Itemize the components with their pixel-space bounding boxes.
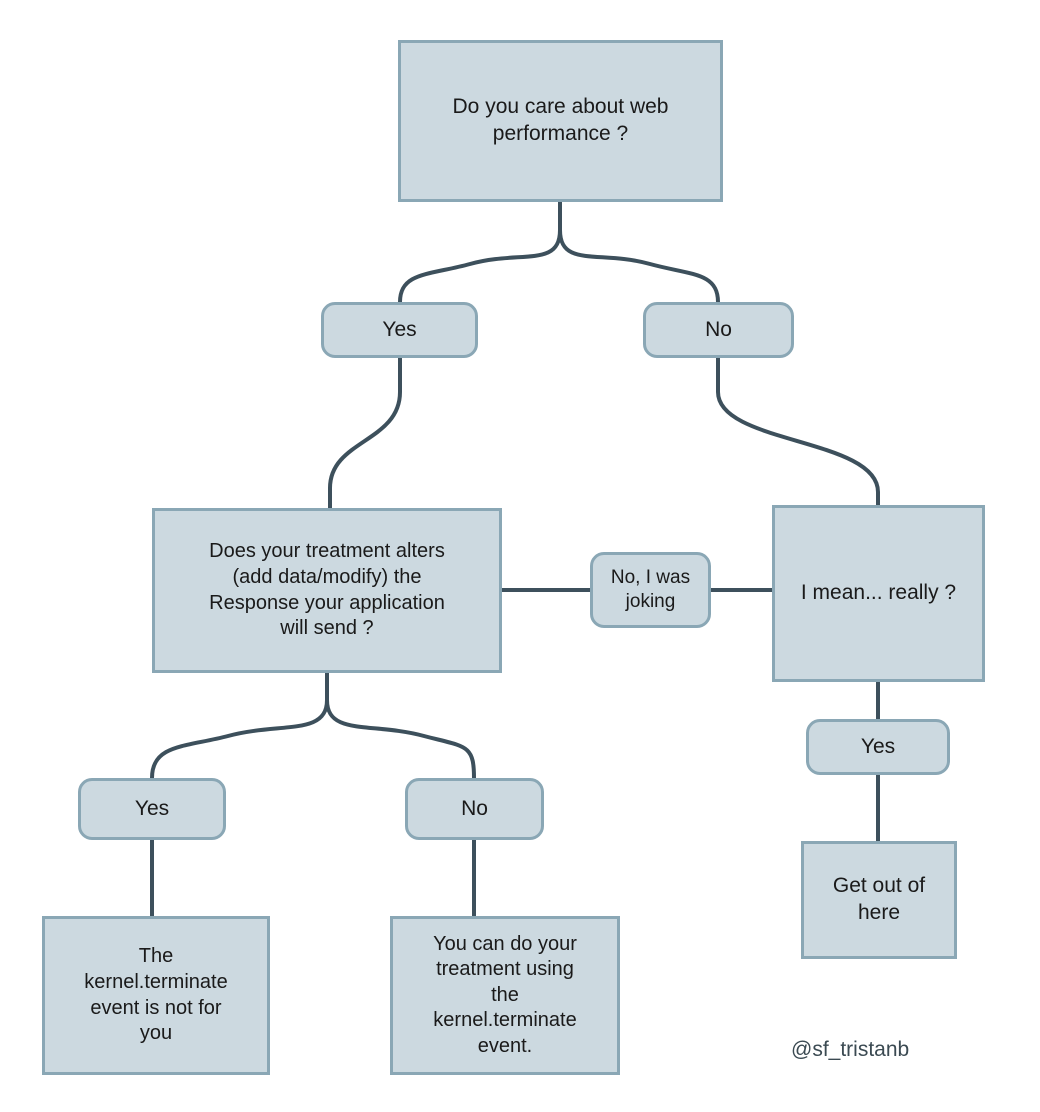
node-root-question-label: Do you care about web performance ? (452, 95, 669, 145)
node-joking-label: No, I was joking (610, 566, 691, 612)
node-get-out[interactable]: Get out of here (801, 841, 957, 959)
node-no-top-label: No (705, 317, 732, 341)
node-yes-right-label: Yes (860, 734, 896, 758)
node-get-out-label: Get out of here (832, 874, 926, 924)
edge-root-to-yes (398, 200, 562, 304)
node-yes-top-label: Yes (382, 317, 417, 341)
edge-notop-to-really (716, 356, 880, 507)
node-no-top[interactable]: No (643, 302, 794, 358)
node-yes-top[interactable]: Yes (321, 302, 478, 358)
node-yes-right[interactable]: Yes (806, 719, 950, 775)
node-treatment-question-label: Does your treatment alters (add data/mod… (209, 540, 445, 640)
flowchart-canvas: Do you care about web performance ? Yes … (0, 0, 1040, 1112)
node-no-left[interactable]: No (405, 778, 544, 840)
node-root-question[interactable]: Do you care about web performance ? (398, 40, 723, 202)
author-signature: @sf_tristanb (791, 1038, 910, 1061)
node-joking[interactable]: No, I was joking (590, 552, 711, 628)
node-can-do[interactable]: You can do your treatment using the kern… (390, 916, 620, 1075)
edge-treatment-to-yes (150, 671, 329, 780)
node-really[interactable]: I mean... really ? (772, 505, 985, 682)
node-not-for-you-label: The kernel.terminate event is not for yo… (84, 945, 228, 1045)
node-not-for-you[interactable]: The kernel.terminate event is not for yo… (42, 916, 270, 1075)
node-treatment-question[interactable]: Does your treatment alters (add data/mod… (152, 508, 502, 673)
node-really-label: I mean... really ? (800, 581, 957, 605)
edge-yestop-to-treatment (328, 356, 402, 510)
edge-root-to-no (558, 200, 720, 304)
edge-treatment-to-no (325, 671, 476, 780)
node-yes-left-label: Yes (134, 796, 170, 820)
node-no-left-label: No (461, 796, 488, 820)
node-yes-left[interactable]: Yes (78, 778, 226, 840)
node-can-do-label: You can do your treatment using the kern… (433, 932, 577, 1057)
